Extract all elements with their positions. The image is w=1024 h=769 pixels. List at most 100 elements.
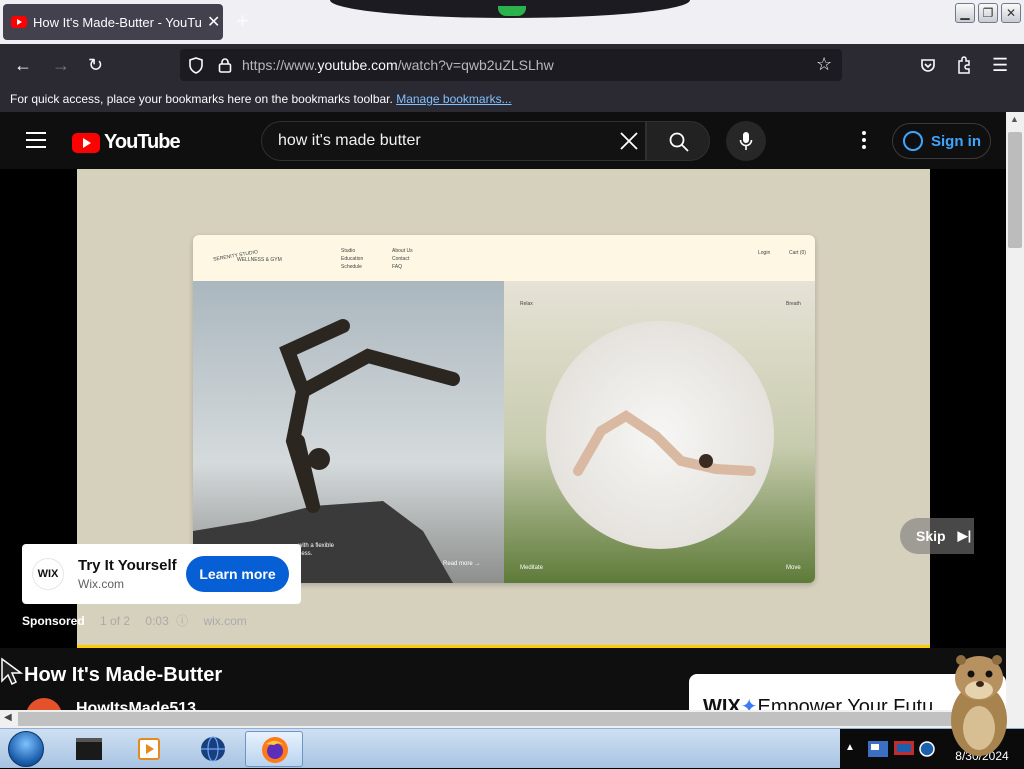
lock-icon[interactable]	[218, 57, 232, 73]
skip-ad-button[interactable]: Skip ▶|	[900, 518, 974, 554]
new-tab-button[interactable]: +	[236, 10, 249, 32]
account-icon	[903, 131, 923, 151]
mockup-nav-about: About Us	[392, 248, 413, 254]
ad-info-bar: Sponsored 1 of 2 0:03 ⓘ wix.com	[22, 612, 247, 629]
tray-display-icon[interactable]	[892, 737, 916, 761]
mockup-circle-photo	[546, 321, 774, 549]
ad-card-domain: Wix.com	[78, 577, 124, 591]
sign-in-button[interactable]: Sign in	[892, 123, 991, 159]
url-bar[interactable]: https://www.youtube.com/watch?v=qwb2uZLS…	[180, 49, 842, 81]
mockup-brand-line2: WELLNESS & GYM	[237, 257, 282, 263]
clear-search-icon[interactable]	[618, 130, 640, 152]
sponsored-label: Sponsored	[22, 614, 85, 628]
firefox-icon	[262, 737, 288, 763]
back-arrow-icon[interactable]: ←	[14, 55, 32, 75]
extensions-icon[interactable]	[956, 56, 972, 74]
guide-menu-icon[interactable]	[26, 132, 46, 148]
scroll-left-arrow-icon[interactable]: ◀	[4, 712, 12, 723]
terminal-app-icon	[76, 738, 102, 760]
mockup-cart: Cart (0)	[789, 250, 806, 256]
mockup-nav-education: Education	[341, 256, 364, 262]
page-vertical-scrollbar[interactable]: ▲	[1006, 112, 1024, 712]
tab-title: How It's Made-Butter - YouTube	[33, 14, 201, 30]
tray-expand-icon[interactable]: ▲	[845, 742, 855, 753]
microphone-icon	[739, 132, 753, 150]
settings-kebab-icon[interactable]	[858, 131, 870, 151]
taskbar-app-globe[interactable]	[184, 731, 242, 767]
globe-icon	[201, 736, 225, 762]
ad-info-icon[interactable]: ⓘ	[176, 614, 188, 628]
mockup-caption-1: with a flexible	[298, 543, 335, 549]
tab-close-icon[interactable]: ✕	[207, 12, 220, 32]
video-player[interactable]: SERENITY STUDIO WELLNESS & GYM Studio Ed…	[0, 169, 1006, 648]
mockup-meditation-panel: Relax Breath Meditate Move	[504, 281, 815, 583]
mockup-relax: Relax	[520, 301, 533, 307]
shield-icon[interactable]	[188, 57, 204, 74]
ad-count: 1 of 2	[100, 614, 131, 628]
search-icon	[669, 132, 689, 152]
ad-card-title: Try It Yourself	[78, 557, 177, 574]
gopher-mascot-icon	[951, 655, 1007, 756]
search-button[interactable]	[646, 121, 710, 161]
scroll-up-arrow-icon[interactable]: ▲	[1010, 114, 1019, 124]
skip-label: Skip	[916, 528, 946, 544]
wix-logo: WIX	[32, 558, 64, 590]
forward-arrow-icon[interactable]: →	[52, 55, 70, 75]
handstand-figure-icon	[193, 319, 460, 583]
tray-security-icon[interactable]	[918, 739, 936, 759]
mockup-nav-faq: FAQ	[392, 264, 403, 270]
mockup-breath: Breath	[786, 301, 801, 307]
manage-bookmarks-link[interactable]: Manage bookmarks...	[396, 92, 511, 106]
mockup-move: Move	[786, 565, 801, 571]
skip-next-icon: ▶|	[957, 528, 972, 543]
windows-taskbar: ▲ 9: 8/30/2024	[0, 728, 1024, 769]
page-horizontal-scrollbar[interactable]: ◀	[0, 710, 1024, 728]
learn-more-button[interactable]: Learn more	[186, 556, 289, 592]
browser-nav-bar: ← → ↻ https://www.youtube.com/watch?v=qw…	[0, 44, 1024, 86]
restore-button[interactable]: ❐	[978, 3, 998, 23]
ad-domain-link[interactable]: wix.com	[203, 614, 246, 628]
url-prefix: https://www.	[242, 57, 318, 73]
taskbar-app-firefox[interactable]	[245, 731, 303, 767]
pocket-icon[interactable]	[920, 57, 936, 73]
ad-website-mockup: SERENITY STUDIO WELLNESS & GYM Studio Ed…	[193, 235, 815, 583]
taskbar-app-terminal[interactable]	[60, 731, 118, 767]
url-path: /watch?v=qwb2uZLSLhw	[397, 57, 554, 73]
url-domain: youtube.com	[317, 57, 398, 73]
media-player-icon	[138, 738, 160, 760]
search-input[interactable]: how it's made butter	[261, 121, 646, 161]
video-meta: How It's Made-Butter HowItsMade513 WIX✦E…	[0, 648, 1006, 734]
close-window-button[interactable]: ✕	[1001, 3, 1021, 23]
youtube-masthead: YouTube how it's made butter Sign in	[0, 112, 1006, 169]
sign-in-label: Sign in	[931, 132, 981, 150]
reload-icon[interactable]: ↻	[88, 55, 103, 75]
url-text[interactable]: https://www.youtube.com/watch?v=qwb2uZLS…	[242, 57, 554, 73]
minimize-button[interactable]: ▁	[955, 3, 975, 23]
mockup-meditate: Meditate	[520, 565, 544, 571]
mockup-login: Login	[758, 250, 771, 256]
mockup-handstand-photo: with a flexible ness. Read more →	[193, 281, 504, 583]
bookmarks-toolbar: For quick access, place your bookmarks h…	[0, 86, 1024, 112]
voice-search-button[interactable]	[726, 121, 766, 161]
youtube-favicon-icon	[11, 16, 27, 28]
mockup-nav-studio: Studio	[341, 248, 356, 254]
youtube-play-icon	[72, 132, 100, 153]
bookmark-star-icon[interactable]: ☆	[816, 54, 832, 75]
mouse-cursor-icon	[1, 657, 24, 685]
bookmarks-hint: For quick access, place your bookmarks h…	[10, 92, 393, 106]
mockup-nav: SERENITY STUDIO WELLNESS & GYM Studio Ed…	[193, 235, 815, 281]
start-button[interactable]	[8, 731, 44, 767]
mockup-nav-schedule: Schedule	[341, 264, 362, 270]
tray-network-icon[interactable]	[866, 737, 890, 761]
youtube-logo[interactable]: YouTube	[72, 131, 181, 154]
mockup-nav-contact: Contact	[392, 256, 410, 262]
browser-tab[interactable]: How It's Made-Butter - YouTube ✕	[3, 4, 223, 40]
horizontal-scrollbar-thumb[interactable]	[18, 712, 998, 726]
taskbar-app-media[interactable]	[120, 731, 178, 767]
backbend-figure-icon	[573, 410, 756, 476]
browser-tab-strip: How It's Made-Butter - YouTube ✕ + ▁ ❐ ✕	[0, 0, 1024, 44]
app-menu-icon[interactable]: ☰	[992, 55, 1008, 75]
youtube-wordmark: YouTube	[104, 131, 181, 153]
ad-card[interactable]: WIX Try It Yourself Wix.com Learn more	[22, 544, 301, 604]
scrollbar-thumb[interactable]	[1008, 132, 1022, 248]
